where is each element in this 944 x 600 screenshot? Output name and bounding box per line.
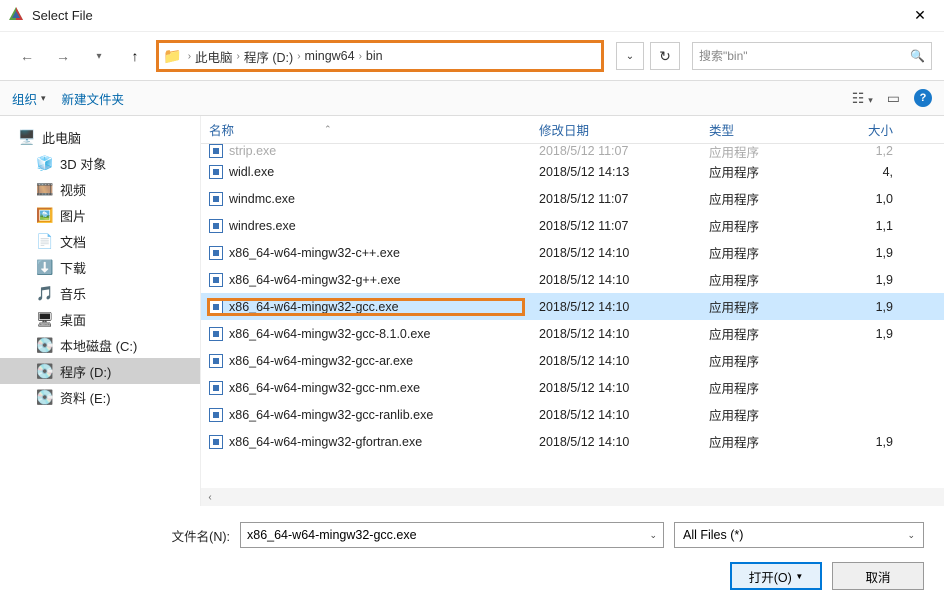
file-row[interactable]: x86_64-w64-mingw32-gfortran.exe 2018/5/1… bbox=[201, 428, 944, 455]
cancel-button[interactable]: 取消 bbox=[832, 562, 924, 590]
sidebar-item-pictures[interactable]: 🖼️图片 bbox=[0, 202, 200, 228]
titlebar: Select File ✕ bbox=[0, 0, 944, 32]
breadcrumb-dropdown[interactable]: ⌄ bbox=[616, 42, 644, 70]
sidebar-item-3dobjects[interactable]: 🧊3D 对象 bbox=[0, 150, 200, 176]
file-row[interactable]: x86_64-w64-mingw32-gcc-ar.exe 2018/5/12 … bbox=[201, 347, 944, 374]
filename-input[interactable]: x86_64-w64-mingw32-gcc.exe⌄ bbox=[240, 522, 664, 548]
search-icon[interactable]: 🔍 bbox=[910, 49, 925, 63]
organize-button[interactable]: 组织▾ bbox=[12, 89, 46, 108]
help-icon[interactable]: ? bbox=[914, 89, 932, 107]
breadcrumb-folder[interactable]: bin bbox=[366, 49, 383, 63]
file-row[interactable]: windres.exe 2018/5/12 11:07应用程序1,1 bbox=[201, 212, 944, 239]
download-icon: ⬇️ bbox=[36, 259, 52, 276]
video-icon: 🎞️ bbox=[36, 181, 52, 198]
bottom-panel: 文件名(N): x86_64-w64-mingw32-gcc.exe⌄ All … bbox=[0, 506, 944, 600]
view-options-icon[interactable]: ☷ ▾ bbox=[852, 90, 873, 107]
sidebar-item-videos[interactable]: 🎞️视频 bbox=[0, 176, 200, 202]
exe-icon bbox=[209, 435, 223, 449]
chevron-down-icon: ⌄ bbox=[907, 530, 915, 541]
exe-icon bbox=[209, 408, 223, 422]
file-row[interactable]: x86_64-w64-mingw32-gcc-ranlib.exe 2018/5… bbox=[201, 401, 944, 428]
music-icon: 🎵 bbox=[36, 285, 52, 302]
recent-dropdown[interactable]: ▾ bbox=[84, 42, 114, 70]
folder-icon: 📁 bbox=[163, 47, 182, 65]
filename-label: 文件名(N): bbox=[20, 526, 230, 545]
sidebar-item-thispc[interactable]: 🖥️此电脑 bbox=[0, 124, 200, 150]
chevron-right-icon: › bbox=[188, 51, 191, 62]
search-box[interactable]: 🔍 bbox=[692, 42, 932, 70]
picture-icon: 🖼️ bbox=[36, 207, 52, 224]
exe-icon bbox=[209, 246, 223, 260]
desktop-icon: 🖥 bbox=[36, 311, 52, 328]
exe-icon bbox=[209, 144, 223, 158]
file-row[interactable]: x86_64-w64-mingw32-g++.exe 2018/5/12 14:… bbox=[201, 266, 944, 293]
drive-icon: 💽 bbox=[36, 337, 52, 354]
file-row[interactable]: x86_64-w64-mingw32-c++.exe 2018/5/12 14:… bbox=[201, 239, 944, 266]
file-row[interactable]: x86_64-w64-mingw32-gcc.exe 2018/5/12 14:… bbox=[201, 293, 944, 320]
back-button[interactable]: ← bbox=[12, 42, 42, 70]
exe-icon bbox=[209, 273, 223, 287]
breadcrumb-root[interactable]: 此电脑 bbox=[195, 47, 233, 66]
exe-icon bbox=[209, 327, 223, 341]
sidebar-item-drive-e[interactable]: 💽资料 (E:) bbox=[0, 384, 200, 410]
sidebar: 🖥️此电脑 🧊3D 对象 🎞️视频 🖼️图片 📄文档 ⬇️下载 🎵音乐 🖥桌面 … bbox=[0, 116, 200, 506]
column-header-date[interactable]: 修改日期 bbox=[531, 120, 701, 139]
new-folder-button[interactable]: 新建文件夹 bbox=[62, 89, 125, 108]
sort-indicator-icon: ⌃ bbox=[324, 124, 332, 135]
column-header-row: 名称⌃ 修改日期 类型 大小 bbox=[201, 116, 944, 144]
column-header-size[interactable]: 大小 bbox=[841, 120, 901, 139]
file-row[interactable]: x86_64-w64-mingw32-gcc-nm.exe 2018/5/12 … bbox=[201, 374, 944, 401]
file-type-filter[interactable]: All Files (*)⌄ bbox=[674, 522, 924, 548]
file-list[interactable]: strip.exe 2018/5/12 11:07应用程序1,2 widl.ex… bbox=[201, 144, 944, 488]
cube-icon: 🧊 bbox=[36, 155, 52, 172]
up-button[interactable]: ↑ bbox=[120, 42, 150, 70]
search-input[interactable] bbox=[699, 49, 910, 63]
breadcrumb[interactable]: 📁 › 此电脑 › 程序 (D:) › mingw64 › bin bbox=[156, 40, 604, 72]
sidebar-item-downloads[interactable]: ⬇️下载 bbox=[0, 254, 200, 280]
pc-icon: 🖥️ bbox=[18, 129, 34, 146]
window-title: Select File bbox=[32, 8, 904, 23]
toolbar: 组织▾ 新建文件夹 ☷ ▾ ▭ ? bbox=[0, 80, 944, 116]
exe-icon bbox=[209, 192, 223, 206]
open-button[interactable]: 打开(O) ▼ bbox=[730, 562, 822, 590]
column-header-type[interactable]: 类型 bbox=[701, 120, 841, 139]
navigation-bar: ← → ▾ ↑ 📁 › 此电脑 › 程序 (D:) › mingw64 › bi… bbox=[0, 32, 944, 80]
chevron-down-icon: ⌄ bbox=[649, 530, 657, 541]
file-row[interactable]: widl.exe 2018/5/12 14:13应用程序4, bbox=[201, 158, 944, 185]
close-button[interactable]: ✕ bbox=[904, 7, 936, 24]
sidebar-item-documents[interactable]: 📄文档 bbox=[0, 228, 200, 254]
file-row[interactable]: x86_64-w64-mingw32-gcc-8.1.0.exe 2018/5/… bbox=[201, 320, 944, 347]
chevron-right-icon: › bbox=[297, 51, 300, 62]
drive-icon: 💽 bbox=[36, 363, 52, 380]
exe-icon bbox=[209, 381, 223, 395]
horizontal-scrollbar[interactable]: ‹ bbox=[201, 488, 944, 506]
column-header-name[interactable]: 名称⌃ bbox=[201, 120, 531, 139]
main-area: 🖥️此电脑 🧊3D 对象 🎞️视频 🖼️图片 📄文档 ⬇️下载 🎵音乐 🖥桌面 … bbox=[0, 116, 944, 506]
exe-icon bbox=[209, 219, 223, 233]
breadcrumb-folder[interactable]: mingw64 bbox=[305, 49, 355, 63]
sidebar-item-drive-d[interactable]: 💽程序 (D:) bbox=[0, 358, 200, 384]
forward-button[interactable]: → bbox=[48, 42, 78, 70]
chevron-right-icon: › bbox=[359, 51, 362, 62]
sidebar-item-desktop[interactable]: 🖥桌面 bbox=[0, 306, 200, 332]
exe-icon bbox=[209, 165, 223, 179]
sidebar-item-music[interactable]: 🎵音乐 bbox=[0, 280, 200, 306]
content-area: 名称⌃ 修改日期 类型 大小 strip.exe 2018/5/12 11:07… bbox=[200, 116, 944, 506]
file-row[interactable]: windmc.exe 2018/5/12 11:07应用程序1,0 bbox=[201, 185, 944, 212]
file-row[interactable]: strip.exe 2018/5/12 11:07应用程序1,2 bbox=[201, 144, 944, 158]
breadcrumb-drive[interactable]: 程序 (D:) bbox=[244, 47, 293, 66]
refresh-button[interactable]: ↻ bbox=[650, 42, 680, 70]
drive-icon: 💽 bbox=[36, 389, 52, 406]
app-icon bbox=[8, 6, 24, 25]
document-icon: 📄 bbox=[36, 233, 52, 250]
sidebar-item-drive-c[interactable]: 💽本地磁盘 (C:) bbox=[0, 332, 200, 358]
chevron-right-icon: › bbox=[237, 51, 240, 62]
scroll-left-icon[interactable]: ‹ bbox=[201, 492, 219, 503]
exe-icon bbox=[209, 300, 223, 314]
preview-pane-icon[interactable]: ▭ bbox=[887, 90, 900, 107]
exe-icon bbox=[209, 354, 223, 368]
